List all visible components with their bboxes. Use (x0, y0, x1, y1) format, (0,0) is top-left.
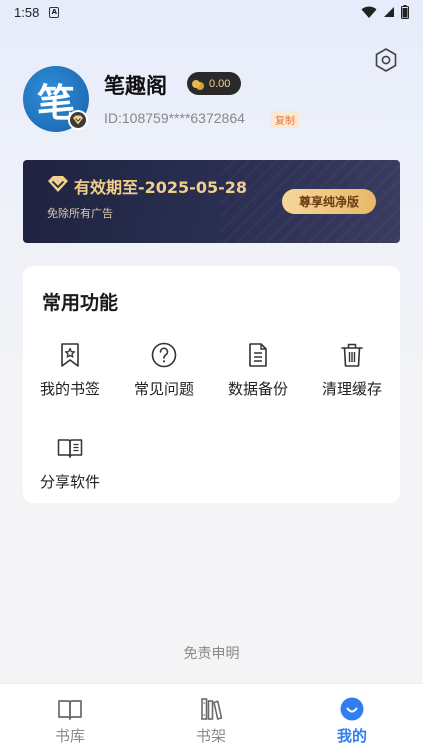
status-bar: 1:58 A (0, 0, 423, 24)
settings-hexagon-icon (375, 48, 397, 72)
bookmarks-label: 我的书签 (39, 380, 100, 398)
faq-item[interactable]: 常见问题 (119, 341, 209, 403)
vip-subtitle: 免除所有广告 (47, 207, 113, 220)
clear-cache-item[interactable]: 清理缓存 (307, 341, 397, 403)
bookmark-icon (61, 343, 79, 367)
vip-expiry: 有效期至-2025-05-28 (74, 178, 247, 197)
open-book-icon (57, 439, 83, 458)
copy-id-button[interactable]: 复制 (271, 111, 299, 128)
tab-library-label: 书库 (54, 727, 85, 745)
trash-icon (341, 343, 363, 367)
vip-card[interactable]: 有效期至-2025-05-28 免除所有广告 尊享纯净版 (23, 160, 400, 243)
tab-bookshelf[interactable]: 书架 (161, 684, 261, 753)
bottom-tab-bar: 书库 书架 我的 (0, 683, 423, 753)
coin-icon (192, 79, 200, 88)
diamond-icon (48, 176, 68, 192)
faq-label: 常见问题 (133, 380, 194, 398)
notification-a-icon: A (49, 6, 60, 18)
coin-balance[interactable]: 0.00 (187, 72, 241, 95)
battery-icon (401, 5, 409, 19)
document-icon (249, 343, 267, 367)
status-time: 1:58 (14, 4, 40, 20)
book-icon (58, 700, 82, 720)
coin-value: 0.00 (209, 77, 231, 90)
bookshelf-icon (201, 698, 223, 720)
question-icon (151, 342, 177, 368)
clear-cache-label: 清理缓存 (321, 380, 382, 398)
backup-label: 数据备份 (227, 380, 288, 398)
tab-bookshelf-label: 书架 (195, 727, 226, 745)
bookmarks-item[interactable]: 我的书签 (25, 341, 115, 403)
username: 笔趣阁 (104, 74, 167, 98)
tab-mine[interactable]: 我的 (302, 684, 402, 753)
profile-smile-icon (340, 697, 364, 721)
common-functions-card: 常用功能 我的书签 常见问题 数据备份 清理缓存 分享软件 (23, 266, 400, 503)
share-app-item[interactable]: 分享软件 (25, 434, 115, 496)
user-id: ID:108759****6372864 (104, 110, 245, 126)
settings-button[interactable] (373, 47, 399, 73)
section-title: 常用功能 (42, 292, 119, 314)
status-icons (361, 5, 409, 19)
wifi-icon (361, 6, 377, 18)
vip-upgrade-button[interactable]: 尊享纯净版 (282, 189, 376, 214)
signal-icon (384, 7, 394, 17)
share-app-label: 分享软件 (39, 473, 100, 491)
disclaimer-link[interactable]: 免责申明 (0, 643, 423, 663)
vip-badge-icon (68, 110, 88, 130)
tab-library[interactable]: 书库 (20, 684, 120, 753)
backup-item[interactable]: 数据备份 (213, 341, 303, 403)
tab-mine-label: 我的 (336, 727, 367, 745)
